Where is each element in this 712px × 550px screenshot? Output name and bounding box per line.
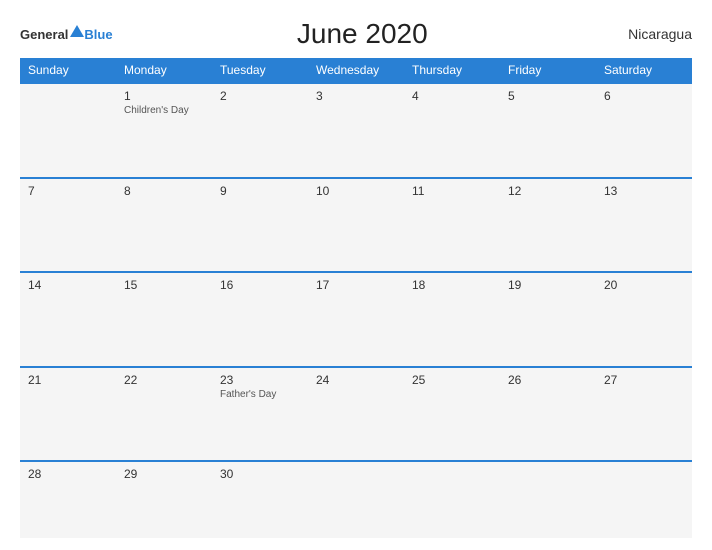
table-row: 17 [308,272,404,367]
header-friday: Friday [500,58,596,83]
table-row: 20 [596,272,692,367]
table-row: 23 Father's Day [212,367,308,462]
day-number: 17 [316,278,396,292]
day-number: 7 [28,184,108,198]
table-row: 14 [20,272,116,367]
page: General Blue June 2020 Nicaragua Sunday … [0,0,712,550]
day-number: 23 [220,373,300,387]
table-row: 5 [500,83,596,178]
day-number: 6 [604,89,684,103]
day-number: 2 [220,89,300,103]
table-row: 6 [596,83,692,178]
table-row: 21 [20,367,116,462]
table-row: 28 [20,461,116,538]
table-row: 18 [404,272,500,367]
day-number: 8 [124,184,204,198]
table-row [500,461,596,538]
day-number: 3 [316,89,396,103]
calendar-table: Sunday Monday Tuesday Wednesday Thursday… [20,58,692,538]
table-row: 7 [20,178,116,273]
table-row: 11 [404,178,500,273]
table-row: 19 [500,272,596,367]
table-row [596,461,692,538]
day-number: 30 [220,467,300,481]
table-row: 26 [500,367,596,462]
calendar-week-row: 28 29 30 [20,461,692,538]
table-row: 24 [308,367,404,462]
day-number: 22 [124,373,204,387]
day-number: 18 [412,278,492,292]
calendar-week-row: 14 15 16 17 18 19 20 [20,272,692,367]
weekday-header-row: Sunday Monday Tuesday Wednesday Thursday… [20,58,692,83]
table-row: 1 Children's Day [116,83,212,178]
day-number: 14 [28,278,108,292]
day-number: 27 [604,373,684,387]
calendar-title: June 2020 [113,18,612,50]
day-number: 11 [412,184,492,198]
day-number: 25 [412,373,492,387]
table-row: 10 [308,178,404,273]
day-number: 21 [28,373,108,387]
day-number: 9 [220,184,300,198]
table-row [20,83,116,178]
logo-triangle-icon [70,25,84,37]
logo: General Blue [20,25,113,43]
holiday-label: Father's Day [220,389,300,400]
day-number: 15 [124,278,204,292]
table-row: 2 [212,83,308,178]
day-number: 13 [604,184,684,198]
table-row: 12 [500,178,596,273]
header-sunday: Sunday [20,58,116,83]
day-number: 28 [28,467,108,481]
header-wednesday: Wednesday [308,58,404,83]
calendar-week-row: 7 8 9 10 11 12 13 [20,178,692,273]
day-number: 20 [604,278,684,292]
table-row: 29 [116,461,212,538]
day-number: 19 [508,278,588,292]
holiday-label: Children's Day [124,105,204,116]
table-row: 15 [116,272,212,367]
table-row: 13 [596,178,692,273]
header: General Blue June 2020 Nicaragua [20,18,692,50]
table-row [308,461,404,538]
table-row: 16 [212,272,308,367]
calendar-week-row: 1 Children's Day 2 3 4 5 6 [20,83,692,178]
country-label: Nicaragua [612,26,692,42]
table-row [404,461,500,538]
table-row: 27 [596,367,692,462]
table-row: 22 [116,367,212,462]
table-row: 8 [116,178,212,273]
calendar-week-row: 21 22 23 Father's Day 24 25 26 27 [20,367,692,462]
table-row: 3 [308,83,404,178]
day-number: 10 [316,184,396,198]
logo-general-text: General [20,28,68,41]
day-number: 12 [508,184,588,198]
table-row: 25 [404,367,500,462]
table-row: 30 [212,461,308,538]
day-number: 5 [508,89,588,103]
day-number: 24 [316,373,396,387]
logo-blue-text: Blue [84,28,112,41]
header-tuesday: Tuesday [212,58,308,83]
header-saturday: Saturday [596,58,692,83]
day-number: 4 [412,89,492,103]
table-row: 9 [212,178,308,273]
day-number: 16 [220,278,300,292]
header-thursday: Thursday [404,58,500,83]
table-row: 4 [404,83,500,178]
day-number: 26 [508,373,588,387]
header-monday: Monday [116,58,212,83]
day-number: 29 [124,467,204,481]
day-number: 1 [124,89,204,103]
